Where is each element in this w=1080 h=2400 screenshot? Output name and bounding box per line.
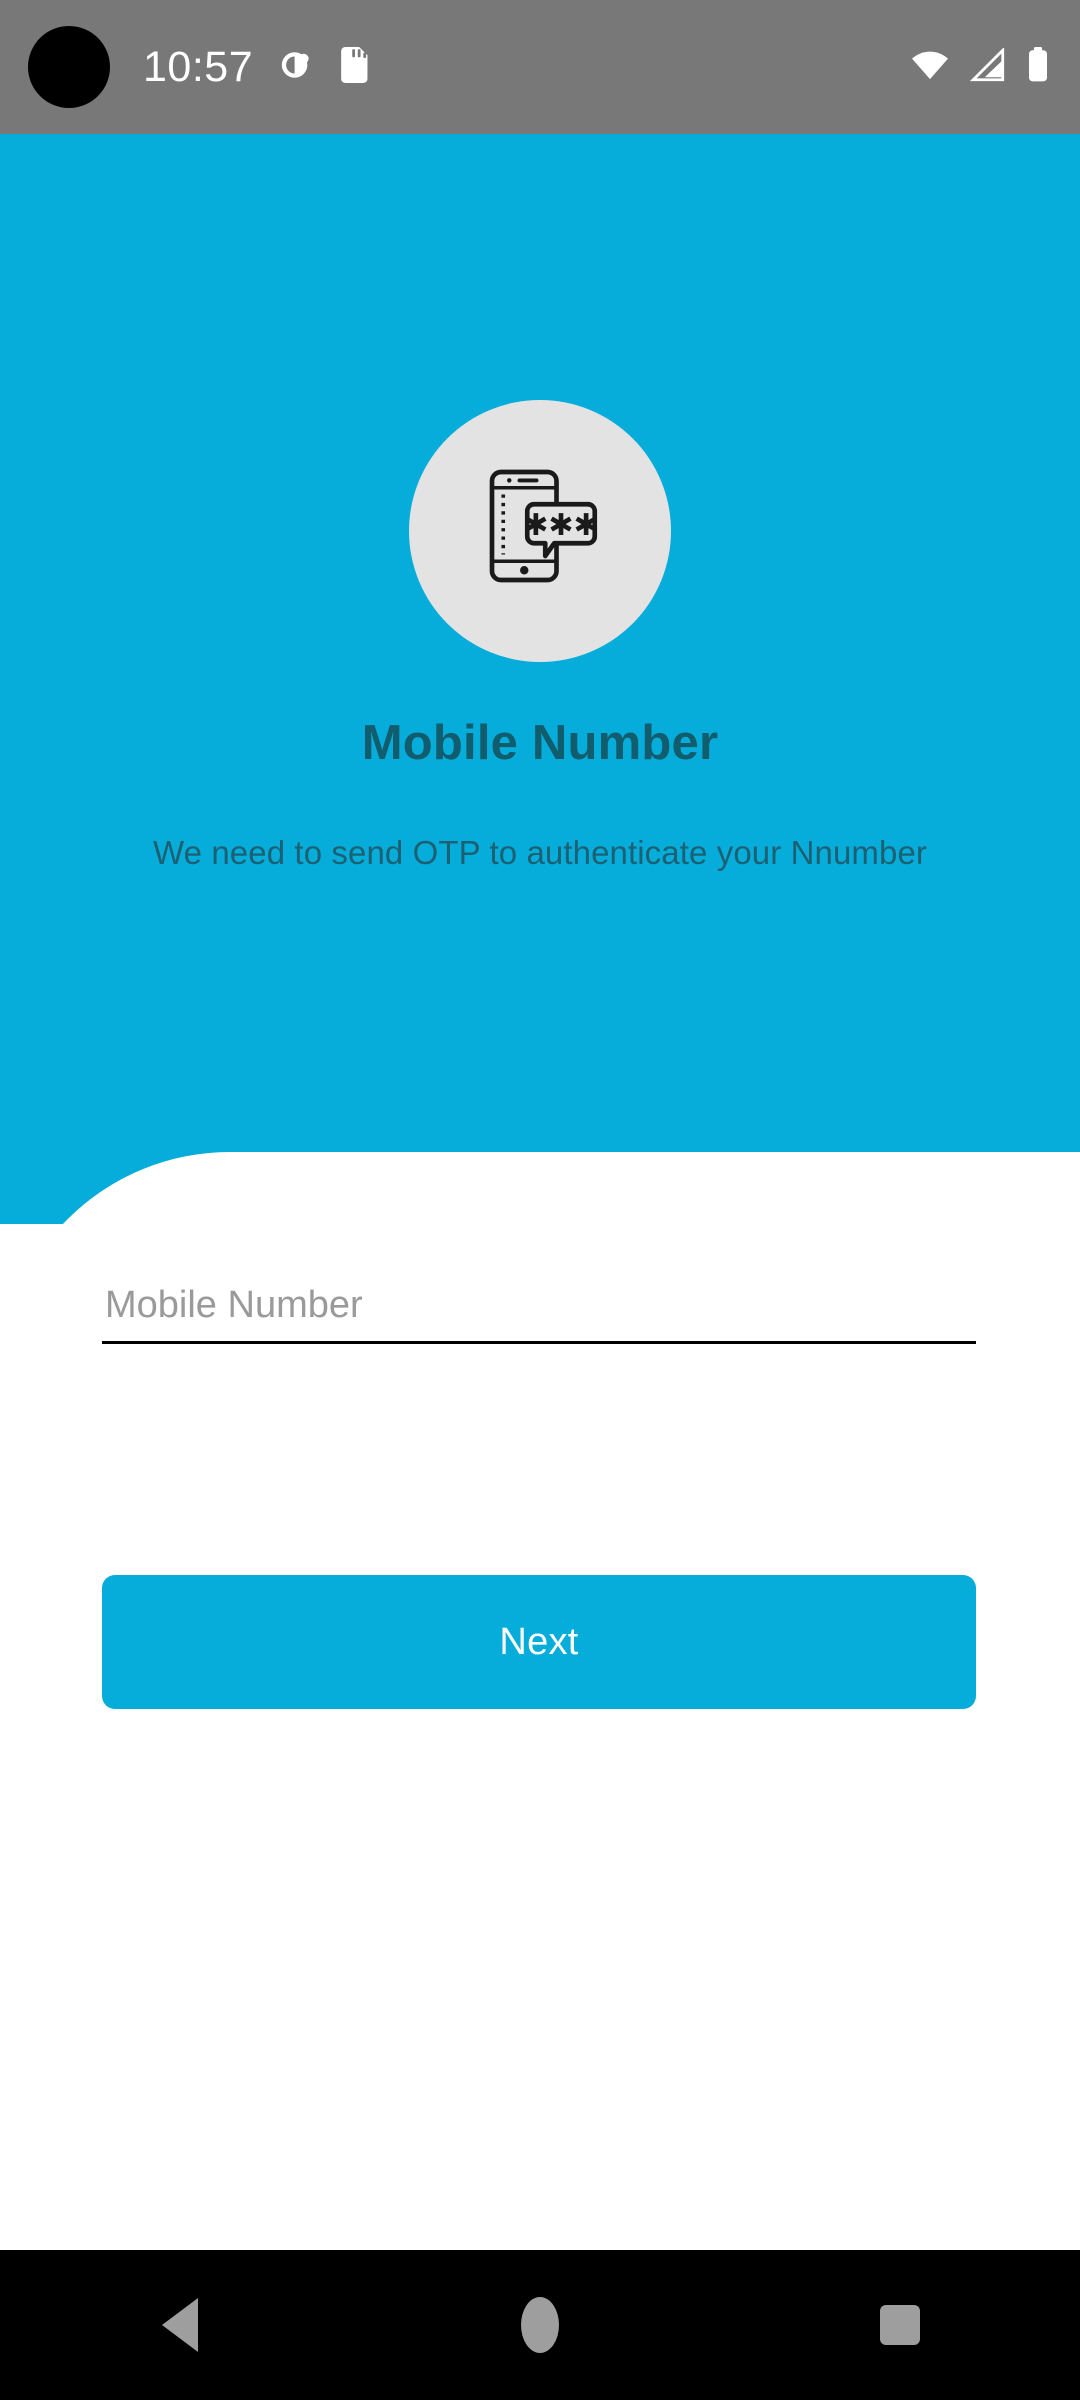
phone-otp-message-icon: ✱✱✱ — [465, 454, 615, 609]
android-navigation-bar — [0, 2250, 1080, 2400]
status-bar: 10:57 — [0, 0, 1080, 134]
svg-text:✱✱✱: ✱✱✱ — [523, 508, 598, 543]
sd-card-icon — [339, 46, 371, 88]
mobile-number-field-group — [102, 1284, 976, 1344]
page-subtitle: We need to send OTP to authenticate your… — [152, 834, 928, 871]
next-button[interactable]: Next — [102, 1575, 976, 1709]
page-title: Mobile Number — [361, 716, 719, 770]
mobile-number-input[interactable] — [102, 1284, 976, 1341]
camera-cutout-icon — [28, 26, 110, 108]
back-triangle-icon — [162, 2298, 198, 2352]
nav-back-button[interactable] — [105, 2250, 255, 2400]
app-screen: 10:57 ✱✱✱ Mobile Number We need to send … — [0, 0, 1080, 2400]
nav-recents-button[interactable] — [825, 2250, 975, 2400]
nav-home-button[interactable] — [465, 2250, 615, 2400]
status-bar-clock: 10:57 — [143, 42, 254, 91]
otp-illustration: ✱✱✱ — [409, 400, 671, 662]
hero-section: ✱✱✱ Mobile Number We need to send OTP to… — [0, 134, 1080, 1224]
status-bar-right — [910, 46, 1050, 88]
home-circle-icon — [521, 2297, 559, 2353]
notification-circle-icon — [279, 48, 313, 87]
recents-square-icon — [880, 2305, 920, 2345]
mobile-number-underline — [102, 1341, 976, 1344]
form-sheet: Next — [0, 1152, 1080, 2252]
wifi-icon — [910, 48, 950, 87]
cellular-signal-icon — [969, 46, 1006, 87]
battery-full-icon — [1026, 46, 1050, 88]
status-bar-left: 10:57 — [143, 42, 371, 91]
